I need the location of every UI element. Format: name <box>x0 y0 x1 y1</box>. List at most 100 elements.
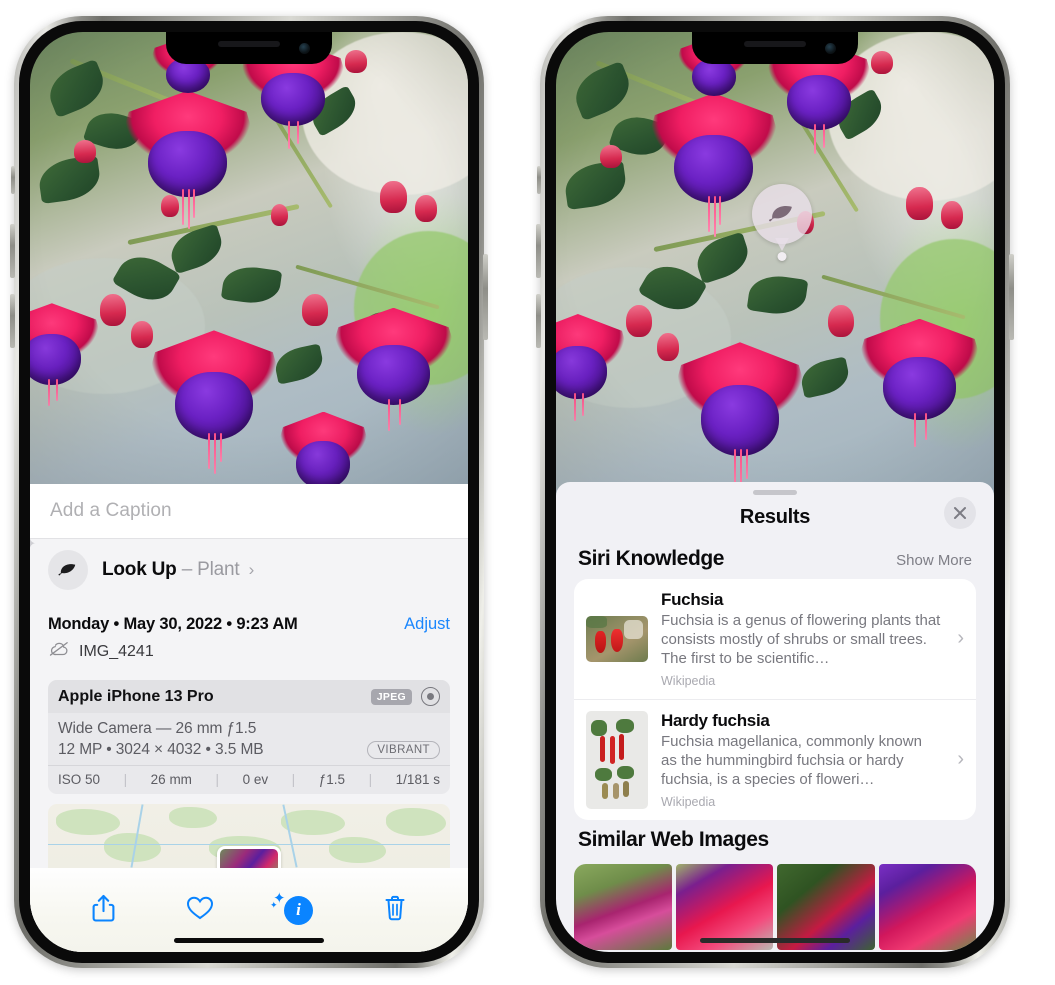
earpiece-speaker <box>218 41 280 47</box>
right-iphone-device: Results Siri Knowledge Show More Fuchsia… <box>536 16 1014 968</box>
fuchsia-photograph <box>556 32 994 502</box>
separator: | <box>123 772 128 787</box>
web-image-thumbnail[interactable] <box>574 863 672 950</box>
results-sheet: Results Siri Knowledge Show More Fuchsia… <box>556 482 994 952</box>
look-up-text: Look Up <box>102 558 177 580</box>
fuchsia-photograph <box>30 32 468 484</box>
camera-device-name: Apple iPhone 13 Pro <box>58 687 214 705</box>
leaf-icon <box>48 549 88 590</box>
look-up-dash: – <box>181 558 193 580</box>
photo-info-sheet: Add a Caption ✦ ✦ Look <box>30 484 468 952</box>
location-map[interactable] <box>48 804 450 868</box>
lens-info: Wide Camera — 26 mm ƒ1.5 <box>58 720 257 737</box>
results-title: Results <box>739 505 811 528</box>
result-thumbnail-fuchsia <box>586 615 648 662</box>
volume-down-button[interactable] <box>536 294 541 348</box>
info-sparkle-icon[interactable]: ✦ ✦ i <box>270 890 313 925</box>
capture-date: Monday • May 30, 2022 • 9:23 AM <box>48 615 298 633</box>
left-iphone-device: Add a Caption ✦ ✦ Look <box>10 16 488 968</box>
leaf-icon <box>752 184 812 244</box>
result-thumbnail-hardy-fuchsia <box>586 710 648 809</box>
caption-placeholder: Add a Caption <box>50 499 172 521</box>
show-more-button[interactable]: Show More <box>896 552 972 569</box>
volume-up-button[interactable] <box>10 224 15 278</box>
exif-card[interactable]: Apple iPhone 13 Pro JPEG Wide Camera — 2… <box>48 680 450 794</box>
notch <box>166 32 332 64</box>
section-title-siri-knowledge: Siri Knowledge <box>578 547 725 570</box>
similar-web-images-header: Similar Web Images <box>556 820 994 860</box>
front-camera-icon <box>299 43 310 54</box>
exif-body: Wide Camera — 26 mm ƒ1.5 12 MP • 3024 × … <box>48 713 450 765</box>
pin-tail <box>775 238 789 251</box>
close-icon[interactable] <box>944 497 976 529</box>
pin-anchor-dot <box>777 252 787 261</box>
look-up-subject: Plant <box>197 558 240 580</box>
right-phone-bezel: Results Siri Knowledge Show More Fuchsia… <box>545 21 1005 963</box>
volume-down-button[interactable] <box>10 294 15 348</box>
siri-knowledge-header: Siri Knowledge Show More <box>556 539 994 579</box>
caption-field[interactable]: Add a Caption <box>30 484 468 538</box>
screenshot-stage: Add a Caption ✦ ✦ Look <box>0 0 1055 985</box>
chevron-right-icon: › <box>248 559 255 579</box>
look-up-label: Look Up – Plant › <box>102 559 254 581</box>
separator: | <box>368 772 373 787</box>
file-format-badge: JPEG <box>370 688 412 705</box>
exif-stats-row: ISO 50 | 26 mm | 0 ev | ƒ1.5 | 1/181 s <box>48 765 450 794</box>
photographic-style-badge: VIBRANT <box>367 741 440 759</box>
separator: | <box>291 772 296 787</box>
trash-icon[interactable] <box>383 894 407 927</box>
photo-location-thumbnail <box>217 846 281 868</box>
mute-switch[interactable] <box>11 166 15 194</box>
earpiece-speaker <box>744 41 806 47</box>
look-up-plant-row[interactable]: ✦ ✦ Look Up – Plant › <box>30 536 468 601</box>
results-header: Results <box>556 495 994 539</box>
photo-viewer[interactable] <box>30 32 468 484</box>
photo-viewer[interactable] <box>556 32 994 502</box>
share-icon[interactable] <box>91 893 116 928</box>
result-text: Hardy fuchsia Fuchsia magellanica, commo… <box>661 711 940 809</box>
result-title: Hardy fuchsia <box>661 710 770 730</box>
cloud-slash-icon <box>48 641 70 662</box>
chevron-right-icon: › <box>957 748 964 771</box>
notch <box>692 32 858 64</box>
home-indicator[interactable] <box>174 938 324 943</box>
exif-aperture: ƒ1.5 <box>318 772 346 787</box>
exif-ev: 0 ev <box>242 772 269 787</box>
section-title-similar-web-images: Similar Web Images <box>578 827 769 851</box>
result-source: Wikipedia <box>661 794 716 809</box>
adjust-button[interactable]: Adjust <box>404 615 450 634</box>
exif-header: Apple iPhone 13 Pro JPEG <box>48 680 450 713</box>
right-phone-screen: Results Siri Knowledge Show More Fuchsia… <box>556 32 994 952</box>
photo-filename: IMG_4241 <box>79 642 154 660</box>
siri-knowledge-card: Fuchsia Fuchsia is a genus of flowering … <box>574 579 976 820</box>
result-source: Wikipedia <box>661 673 716 688</box>
web-image-thumbnail[interactable] <box>777 863 875 950</box>
heart-icon[interactable] <box>186 895 214 926</box>
sparkle-icon-small: ✦ <box>270 899 278 910</box>
result-text: Fuchsia Fuchsia is a genus of flowering … <box>661 590 940 688</box>
exif-shutter: 1/181 s <box>395 772 440 787</box>
separator: | <box>215 772 220 787</box>
list-item[interactable]: Fuchsia Fuchsia is a genus of flowering … <box>574 579 976 699</box>
power-button[interactable] <box>1009 254 1014 340</box>
visual-lookup-pin[interactable] <box>752 184 812 261</box>
home-indicator[interactable] <box>700 938 850 943</box>
sparkle-icon-large: ✦ <box>30 534 36 554</box>
volume-up-button[interactable] <box>536 224 541 278</box>
exif-iso: ISO 50 <box>58 772 101 787</box>
web-image-thumbnail[interactable] <box>675 863 773 950</box>
web-image-thumbnail[interactable] <box>878 863 976 950</box>
power-button[interactable] <box>483 254 488 340</box>
photo-metadata-block: Monday • May 30, 2022 • 9:23 AM Adjust I… <box>30 601 468 672</box>
mute-switch[interactable] <box>537 166 541 194</box>
chevron-right-icon: › <box>957 627 964 650</box>
info-badge: i <box>284 895 313 925</box>
raw-target-icon[interactable] <box>421 687 440 706</box>
front-camera-icon <box>825 43 836 54</box>
left-phone-screen: Add a Caption ✦ ✦ Look <box>30 32 468 952</box>
resolution-info: 12 MP • 3024 × 4032 • 3.5 MB <box>58 741 264 758</box>
list-item[interactable]: Hardy fuchsia Fuchsia magellanica, commo… <box>574 698 976 820</box>
result-description: Fuchsia magellanica, commonly known as t… <box>661 732 922 788</box>
exif-focal: 26 mm <box>150 772 192 787</box>
similar-web-images-strip <box>556 863 994 950</box>
